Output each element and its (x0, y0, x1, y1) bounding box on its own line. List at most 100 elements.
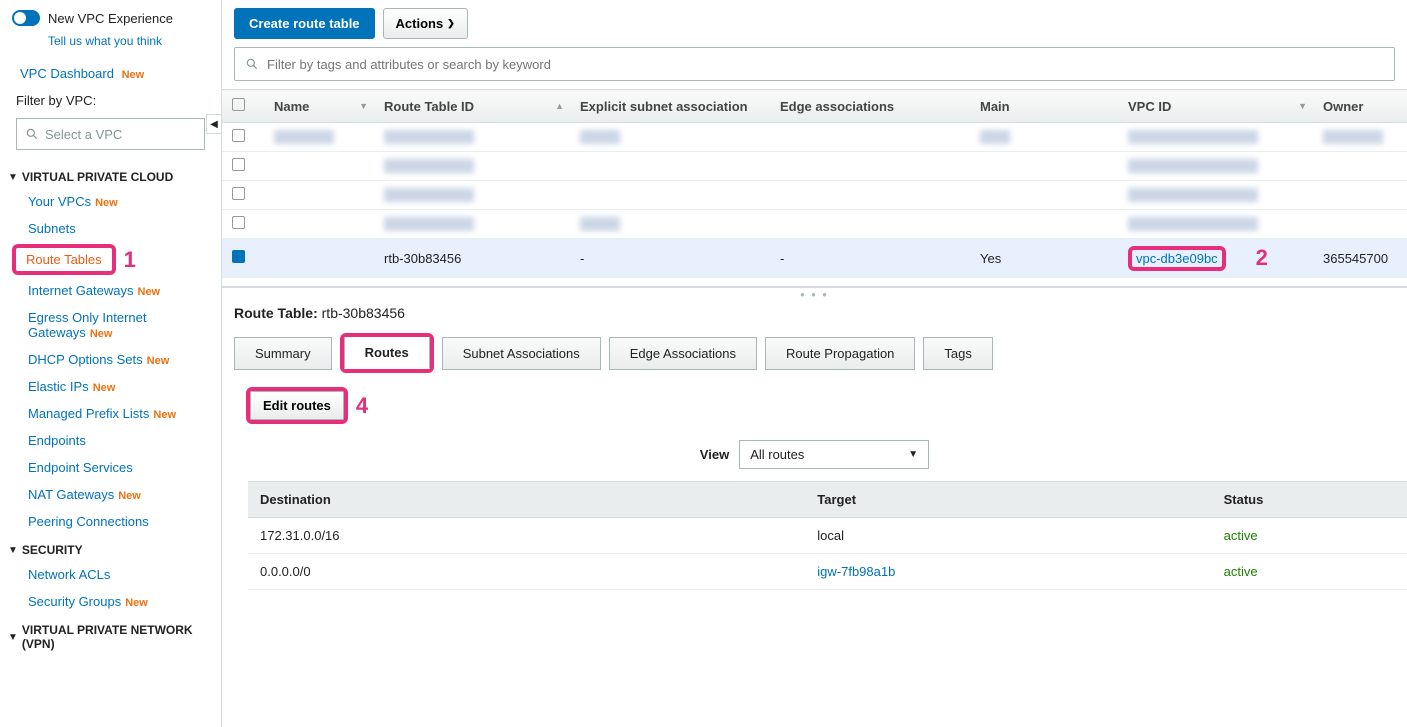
cell-vpc-link[interactable]: vpc-db3e09bc (1136, 251, 1218, 266)
main-panel: Create route table Actions ❯ Name▼ Route (222, 0, 1407, 727)
route-row: 0.0.0.0/0 igw-7fb98a1b active (248, 554, 1407, 590)
col-vpc-label[interactable]: VPC ID (1128, 99, 1171, 114)
search-input[interactable] (267, 57, 1384, 72)
col-main: Main (970, 90, 1118, 123)
new-badge: New (93, 382, 116, 394)
sidebar: ◀ New VPC Experience Tell us what you th… (0, 0, 222, 727)
sidebar-item-security-groups[interactable]: Security GroupsNew (0, 588, 221, 615)
sidebar-item-nat-gateways[interactable]: NAT GatewaysNew (0, 481, 221, 508)
cell-owner: 365545700 (1313, 239, 1407, 278)
edit-routes-button[interactable]: Edit routes (250, 391, 344, 420)
row-checkbox[interactable] (232, 250, 245, 263)
tab-summary[interactable]: Summary (234, 337, 332, 370)
sidebar-item-elastic-ips[interactable]: Elastic IPsNew (0, 373, 221, 400)
tab-tags[interactable]: Tags (923, 337, 992, 370)
caret-down-icon: ▼ (8, 545, 18, 556)
sidebar-collapse-button[interactable]: ◀ (206, 114, 222, 134)
sidebar-item-dashboard[interactable]: VPC Dashboard New (0, 60, 221, 87)
new-badge: New (125, 597, 148, 609)
sidebar-item-egress-only[interactable]: Egress Only Internet GatewaysNew (0, 304, 221, 346)
caret-down-icon: ▼ (8, 632, 18, 643)
col-main-label[interactable]: Main (980, 99, 1010, 114)
search-icon (245, 57, 259, 71)
route-destination: 172.31.0.0/16 (248, 518, 805, 554)
filter-by-vpc-label: Filter by VPC: (0, 87, 221, 114)
tab-edge-assoc[interactable]: Edge Associations (609, 337, 757, 370)
cell-main: Yes (970, 239, 1118, 278)
tell-us-link[interactable]: Tell us what you think (0, 34, 221, 48)
col-explicit-label[interactable]: Explicit subnet association (580, 99, 748, 114)
tab-subnet-assoc[interactable]: Subnet Associations (442, 337, 601, 370)
col-vpc: VPC ID ▼ (1118, 90, 1313, 123)
routes-table: Destination Target Status 172.31.0.0/16 … (248, 481, 1407, 590)
table-row[interactable]: xxx (222, 210, 1407, 239)
sidebar-item-subnets[interactable]: Subnets (0, 215, 221, 242)
sidebar-item-peering[interactable]: Peering Connections (0, 508, 221, 535)
section-vpn-title: VIRTUAL PRIVATE NETWORK (VPN) (22, 623, 213, 651)
new-experience-toggle[interactable] (12, 10, 40, 26)
sidebar-item-label: Network ACLs (28, 567, 110, 582)
table-row[interactable]: xx (222, 181, 1407, 210)
row-checkbox[interactable] (232, 187, 245, 200)
col-target[interactable]: Target (805, 482, 1211, 518)
sidebar-item-prefix-lists[interactable]: Managed Prefix ListsNew (0, 400, 221, 427)
detail-tabs: Summary Routes 3 Subnet Associations Edg… (234, 333, 1395, 373)
sidebar-item-internet-gateways[interactable]: Internet GatewaysNew (0, 277, 221, 304)
sidebar-item-label: Subnets (28, 221, 76, 236)
sort-icon[interactable]: ▼ (1298, 101, 1307, 111)
col-name-label[interactable]: Name (274, 99, 309, 114)
vpc-select[interactable]: Select a VPC (16, 118, 205, 150)
select-all-checkbox[interactable] (232, 98, 245, 111)
tab-routes[interactable]: Routes (344, 337, 430, 369)
new-badge: New (95, 197, 118, 209)
sort-icon[interactable]: ▲ (555, 101, 564, 111)
section-vpc-header[interactable]: ▼ VIRTUAL PRIVATE CLOUD (0, 162, 221, 188)
new-badge: New (138, 286, 161, 298)
drag-handle[interactable]: ● ● ● (234, 290, 1395, 299)
new-badge: New (90, 328, 113, 340)
actions-label: Actions (396, 16, 444, 31)
table-row[interactable]: xxxxxx (222, 123, 1407, 152)
row-checkbox[interactable] (232, 129, 245, 142)
new-badge: New (147, 355, 170, 367)
detail-title-prefix: Route Table: (234, 305, 318, 321)
toolbar: Create route table Actions ❯ (222, 0, 1407, 47)
row-checkbox[interactable] (232, 158, 245, 171)
col-rtid-label[interactable]: Route Table ID (384, 99, 474, 114)
sidebar-item-network-acls[interactable]: Network ACLs (0, 561, 221, 588)
view-label: View (700, 447, 729, 462)
section-vpn-header[interactable]: ▼ VIRTUAL PRIVATE NETWORK (VPN) (0, 615, 221, 655)
route-target-link[interactable]: igw-7fb98a1b (817, 564, 895, 579)
create-route-table-button[interactable]: Create route table (234, 8, 375, 39)
search-bar[interactable] (234, 47, 1395, 81)
sort-icon[interactable]: ▼ (359, 101, 368, 111)
tab-route-propagation[interactable]: Route Propagation (765, 337, 915, 370)
view-select[interactable]: All routes ▼ (739, 440, 929, 469)
sidebar-item-label: Your VPCs (28, 194, 91, 209)
col-status[interactable]: Status (1212, 482, 1407, 518)
view-filter-row: View All routes ▼ (234, 440, 1395, 469)
col-name: Name ▼ (264, 90, 374, 123)
sidebar-item-endpoint-services[interactable]: Endpoint Services (0, 454, 221, 481)
sidebar-item-dhcp[interactable]: DHCP Options SetsNew (0, 346, 221, 373)
new-experience-toggle-row: New VPC Experience (0, 10, 221, 34)
sidebar-item-endpoints[interactable]: Endpoints (0, 427, 221, 454)
col-owner-label[interactable]: Owner (1323, 99, 1363, 114)
route-status: active (1212, 518, 1407, 554)
view-select-value: All routes (750, 447, 804, 462)
route-row: 172.31.0.0/16 local active (248, 518, 1407, 554)
new-badge: New (122, 69, 145, 81)
table-row[interactable]: xx (222, 152, 1407, 181)
sidebar-item-your-vpcs[interactable]: Your VPCs New (0, 188, 221, 215)
actions-button[interactable]: Actions ❯ (383, 8, 468, 39)
route-destination: 0.0.0.0/0 (248, 554, 805, 590)
table-row-selected[interactable]: rtb-30b83456 - - Yes vpc-db3e09bc 2 3655… (222, 239, 1407, 278)
col-destination[interactable]: Destination (248, 482, 805, 518)
col-edge-label[interactable]: Edge associations (780, 99, 894, 114)
annotation-4: 4 (356, 393, 368, 419)
sidebar-item-route-tables[interactable]: Route Tables (26, 252, 102, 267)
sidebar-item-label: Egress Only Internet Gateways (28, 310, 147, 340)
row-checkbox[interactable] (232, 216, 245, 229)
section-security-header[interactable]: ▼ SECURITY (0, 535, 221, 561)
new-experience-label: New VPC Experience (48, 11, 173, 26)
